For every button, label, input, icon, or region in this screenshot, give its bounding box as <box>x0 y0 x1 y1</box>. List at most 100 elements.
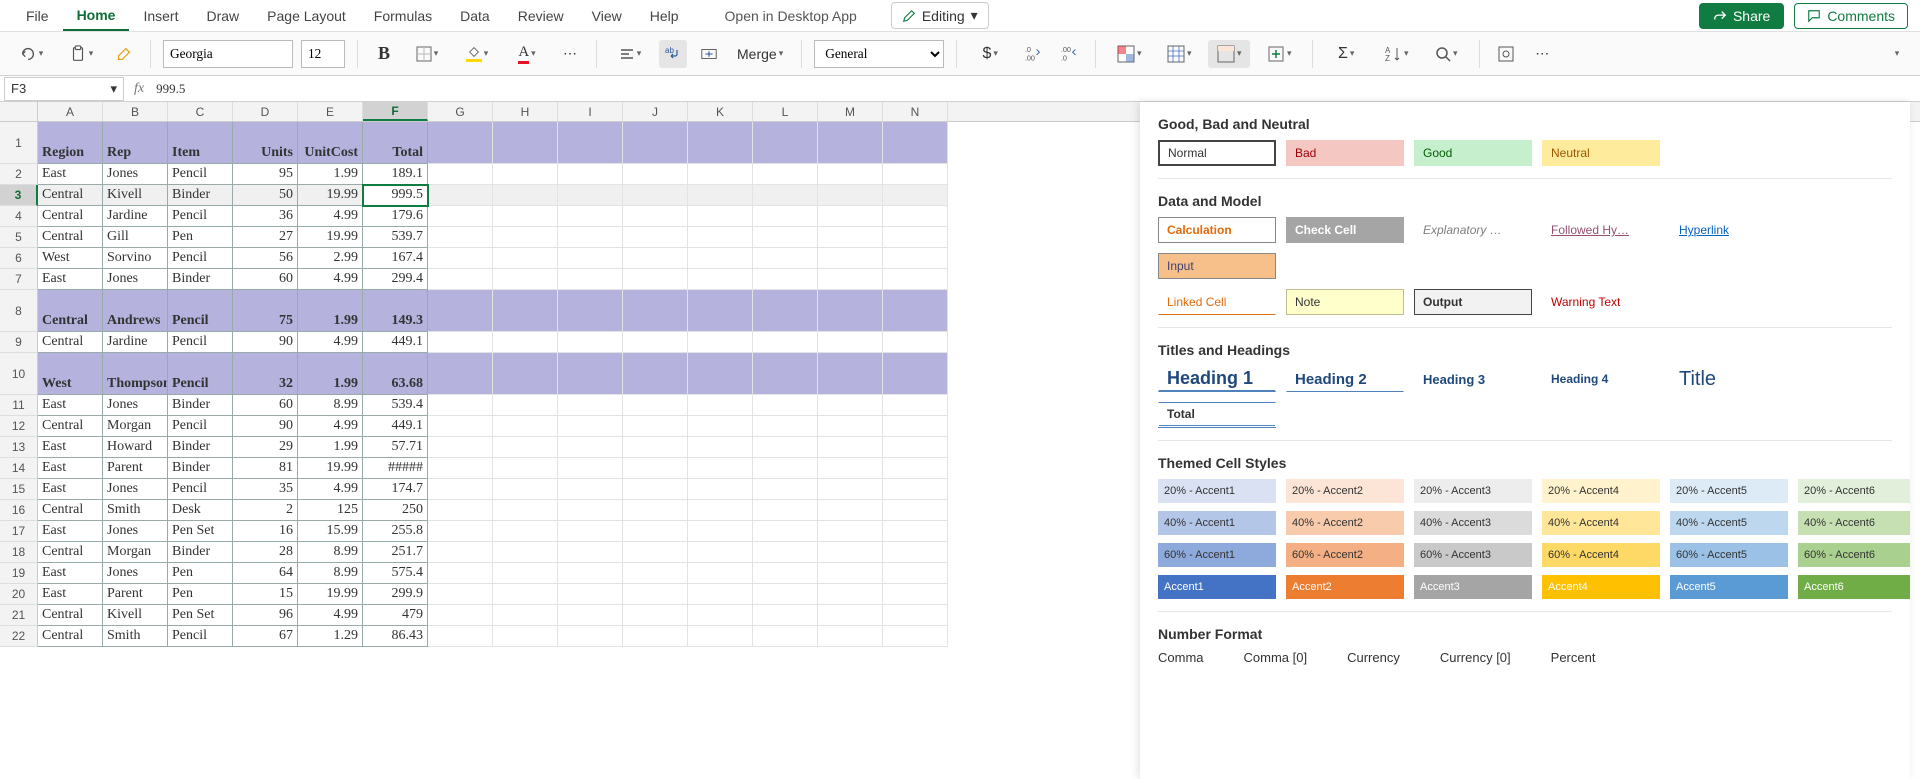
style-hyperlink[interactable]: Hyperlink <box>1670 217 1788 243</box>
paste-button[interactable]: ▾ <box>60 40 102 68</box>
cell-F11[interactable]: 539.4 <box>363 395 428 416</box>
cell-H8[interactable] <box>493 290 558 332</box>
cell-C6[interactable]: Pencil <box>168 248 233 269</box>
cell-F9[interactable]: 449.1 <box>363 332 428 353</box>
col-header-F[interactable]: F <box>363 102 428 121</box>
tab-file[interactable]: File <box>12 2 63 30</box>
cell-G19[interactable] <box>428 563 493 584</box>
cell-C22[interactable]: Pencil <box>168 626 233 647</box>
cell-D7[interactable]: 60 <box>233 269 298 290</box>
cell-L3[interactable] <box>753 185 818 206</box>
cell-F21[interactable]: 479 <box>363 605 428 626</box>
style-p20-accent1[interactable]: 20% - Accent1 <box>1158 479 1276 503</box>
cell-G17[interactable] <box>428 521 493 542</box>
cell-H21[interactable] <box>493 605 558 626</box>
cell-K19[interactable] <box>688 563 753 584</box>
cell-I6[interactable] <box>558 248 623 269</box>
style-p40-accent1[interactable]: 40% - Accent1 <box>1158 511 1276 535</box>
cell-L8[interactable] <box>753 290 818 332</box>
cell-E9[interactable]: 4.99 <box>298 332 363 353</box>
cell-N4[interactable] <box>883 206 948 227</box>
cell-J12[interactable] <box>623 416 688 437</box>
cell-D9[interactable]: 90 <box>233 332 298 353</box>
conditional-format-button[interactable]: ▾ <box>1108 40 1150 68</box>
cell-I7[interactable] <box>558 269 623 290</box>
style-heading-2[interactable]: Heading 2 <box>1286 366 1404 392</box>
cell-N21[interactable] <box>883 605 948 626</box>
row-header-19[interactable]: 19 <box>0 563 38 584</box>
cell-H5[interactable] <box>493 227 558 248</box>
cell-G20[interactable] <box>428 584 493 605</box>
cell-C11[interactable]: Binder <box>168 395 233 416</box>
style-p40-accent2[interactable]: 40% - Accent2 <box>1286 511 1404 535</box>
cell-K3[interactable] <box>688 185 753 206</box>
cell-L11[interactable] <box>753 395 818 416</box>
cell-H6[interactable] <box>493 248 558 269</box>
comments-button[interactable]: Comments <box>1794 3 1908 29</box>
cell-H17[interactable] <box>493 521 558 542</box>
cell-A20[interactable]: East <box>38 584 103 605</box>
more-ribbon-button[interactable]: ⋯ <box>1528 40 1556 68</box>
cell-C18[interactable]: Binder <box>168 542 233 563</box>
cell-L14[interactable] <box>753 458 818 479</box>
style-input[interactable]: Input <box>1158 253 1276 279</box>
cell-F10[interactable]: 63.68 <box>363 353 428 395</box>
cell-L13[interactable] <box>753 437 818 458</box>
cell-L16[interactable] <box>753 500 818 521</box>
cell-C8[interactable]: Pencil <box>168 290 233 332</box>
cell-M20[interactable] <box>818 584 883 605</box>
cell-E12[interactable]: 4.99 <box>298 416 363 437</box>
font-name-select[interactable] <box>163 40 293 68</box>
cell-L6[interactable] <box>753 248 818 269</box>
cell-E7[interactable]: 4.99 <box>298 269 363 290</box>
cell-G12[interactable] <box>428 416 493 437</box>
cell-J1[interactable] <box>623 122 688 164</box>
cell-E2[interactable]: 1.99 <box>298 164 363 185</box>
cell-L19[interactable] <box>753 563 818 584</box>
bold-button[interactable]: B <box>370 40 398 68</box>
cell-J7[interactable] <box>623 269 688 290</box>
cell-I15[interactable] <box>558 479 623 500</box>
tab-review[interactable]: Review <box>504 2 578 30</box>
cell-D19[interactable]: 64 <box>233 563 298 584</box>
row-header-6[interactable]: 6 <box>0 248 38 269</box>
cell-M9[interactable] <box>818 332 883 353</box>
cell-D16[interactable]: 2 <box>233 500 298 521</box>
col-header-E[interactable]: E <box>298 102 363 121</box>
cell-B9[interactable]: Jardine <box>103 332 168 353</box>
cell-E22[interactable]: 1.29 <box>298 626 363 647</box>
col-header-B[interactable]: B <box>103 102 168 121</box>
cell-B13[interactable]: Howard <box>103 437 168 458</box>
cell-L10[interactable] <box>753 353 818 395</box>
cell-H19[interactable] <box>493 563 558 584</box>
cell-F15[interactable]: 174.7 <box>363 479 428 500</box>
cell-G6[interactable] <box>428 248 493 269</box>
cell-M22[interactable] <box>818 626 883 647</box>
style-explanatory[interactable]: Explanatory … <box>1414 217 1532 243</box>
decrease-decimal-button[interactable]: .0.00 <box>1019 40 1047 68</box>
cell-C4[interactable]: Pencil <box>168 206 233 227</box>
cell-L1[interactable] <box>753 122 818 164</box>
style-p20-accent5[interactable]: 20% - Accent5 <box>1670 479 1788 503</box>
row-header-16[interactable]: 16 <box>0 500 38 521</box>
tab-data[interactable]: Data <box>446 2 504 30</box>
cell-D8[interactable]: 75 <box>233 290 298 332</box>
tab-insert[interactable]: Insert <box>129 2 192 30</box>
cell-K17[interactable] <box>688 521 753 542</box>
cell-A16[interactable]: Central <box>38 500 103 521</box>
tab-draw[interactable]: Draw <box>192 2 253 30</box>
row-header-11[interactable]: 11 <box>0 395 38 416</box>
cell-B22[interactable]: Smith <box>103 626 168 647</box>
cell-F4[interactable]: 179.6 <box>363 206 428 227</box>
cell-A19[interactable]: East <box>38 563 103 584</box>
open-desktop-app[interactable]: Open in Desktop App <box>711 2 871 30</box>
cell-M10[interactable] <box>818 353 883 395</box>
cell-A9[interactable]: Central <box>38 332 103 353</box>
cell-I20[interactable] <box>558 584 623 605</box>
cell-G13[interactable] <box>428 437 493 458</box>
cell-F6[interactable]: 167.4 <box>363 248 428 269</box>
numfmt-comma[interactable]: Comma <box>1158 650 1204 665</box>
style-p40-accent3[interactable]: 40% - Accent3 <box>1414 511 1532 535</box>
cell-N7[interactable] <box>883 269 948 290</box>
cell-K15[interactable] <box>688 479 753 500</box>
